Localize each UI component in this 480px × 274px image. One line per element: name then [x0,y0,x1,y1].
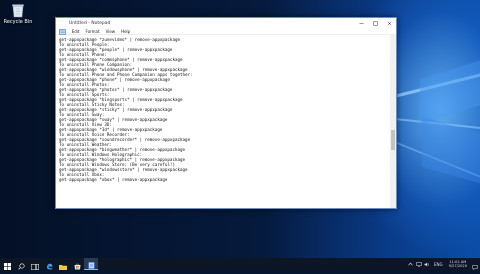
menu-help[interactable]: Help [121,29,130,34]
vertical-scrollbar[interactable] [390,35,396,208]
store-taskbar-button[interactable] [70,258,84,270]
volume-icon[interactable] [423,258,431,270]
clock-date: 9/27/2020 [448,264,467,268]
search-icon [17,255,25,274]
title-bar[interactable]: Untitled - Notepad [56,18,396,35]
file-explorer-taskbar-button[interactable] [56,258,70,270]
recycle-bin-label: Recycle Bin [3,19,33,25]
close-button[interactable] [382,18,396,28]
action-center-button[interactable] [470,258,480,270]
notepad-icon [88,254,95,273]
input-language-indicator[interactable]: ENG [434,262,443,267]
scrollbar-thumb[interactable] [391,130,395,150]
menu-edit[interactable]: Edit [72,29,80,34]
text-editor-area[interactable]: get-appxpackage *zunevideo* | remove-app… [56,35,390,208]
edge-taskbar-button[interactable] [42,258,56,270]
clock[interactable]: 11:02 AM 9/27/2020 [449,260,467,269]
edge-icon [46,255,53,274]
notepad-app-icon [59,20,66,35]
maximize-button[interactable] [368,18,382,28]
show-hidden-icons-button[interactable] [407,258,415,270]
start-button[interactable] [0,258,14,270]
recycle-bin-shortcut[interactable]: Recycle Bin [2,2,34,25]
notepad-window[interactable]: Untitled - Notepad File Edit Format View… [55,17,397,209]
recycle-bin-icon [10,2,26,18]
notepad-taskbar-button[interactable] [84,258,98,270]
task-view-icon [31,255,39,274]
menu-view[interactable]: View [106,29,116,34]
search-button[interactable] [14,258,28,270]
minimize-button[interactable] [354,18,368,28]
menu-format[interactable]: Format [85,29,99,34]
taskbar: ENG 11:02 AM 9/27/2020 [0,258,480,270]
file-explorer-icon [59,255,67,274]
store-icon [74,255,81,274]
network-icon[interactable] [415,258,423,270]
text-line: get-appxpackage *xbox* | remove-appxpack… [59,177,168,183]
windows-start-icon [3,255,11,274]
system-tray: ENG 11:02 AM 9/27/2020 [407,258,480,270]
window-title: Untitled - Notepad [69,20,111,26]
task-view-button[interactable] [28,258,42,270]
menu-bar: File Edit Format View Help [56,28,396,35]
notification-icon [472,255,478,274]
wallpaper-window-logo-pane [420,60,480,125]
